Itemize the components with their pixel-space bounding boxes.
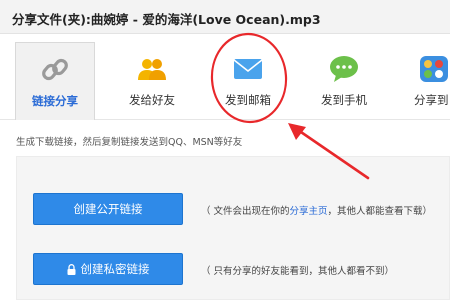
window-titlebar: 分享文件(夹):曲婉婷 - 爱的海洋(Love Ocean).mp3 xyxy=(0,0,450,34)
window-title: 分享文件(夹):曲婉婷 - 爱的海洋(Love Ocean).mp3 xyxy=(12,12,321,27)
button-label: 创建私密链接 xyxy=(80,262,150,276)
tab-send-to-email[interactable]: 发到邮箱 xyxy=(208,42,288,120)
share-homepage-link[interactable]: 分享主页 xyxy=(290,206,328,217)
public-link-description: （ 文件会出现在你的分享主页，其他人都能查看下载） xyxy=(201,203,432,217)
tab-link-share[interactable]: 链接分享 xyxy=(15,42,95,120)
button-label: 创建公开链接 xyxy=(73,202,143,216)
desc-suffix: ，其他人都能查看下载） xyxy=(327,206,433,217)
tab-send-to-phone[interactable]: 发到手机 xyxy=(304,42,384,120)
link-options-panel: 创建公开链接 （ 文件会出现在你的分享主页，其他人都能查看下载） 创建私密链接 … xyxy=(16,156,450,300)
chat-bubble-icon xyxy=(330,56,358,82)
tab-label: 发给好友 xyxy=(129,93,175,107)
mail-icon xyxy=(233,59,263,79)
share-method-tabs: 链接分享 发给好友 发到邮箱 发到手机 分享到 xyxy=(0,34,450,120)
create-public-link-button[interactable]: 创建公开链接 xyxy=(33,193,183,225)
private-link-description: （ 只有分享的好友能看到，其他人都看不到） xyxy=(201,266,395,277)
apps-icon xyxy=(420,56,448,82)
annotation-arrow-head xyxy=(288,123,306,140)
tab-send-to-friends[interactable]: 发给好友 xyxy=(112,42,192,120)
tab-label: 链接分享 xyxy=(32,94,78,108)
tab-label: 发到手机 xyxy=(321,93,367,107)
create-private-link-button[interactable]: 创建私密链接 xyxy=(33,253,183,285)
hint-text: 生成下载链接，然后复制链接发送到QQ、MSN等好友 xyxy=(16,137,243,148)
friends-icon xyxy=(138,59,166,80)
desc-prefix: （ 文件会出现在你的 xyxy=(201,206,290,217)
tab-label: 分享到 xyxy=(414,93,449,107)
link-icon xyxy=(42,58,68,81)
tab-share-to[interactable]: 分享到 xyxy=(400,42,450,120)
tab-label: 发到邮箱 xyxy=(225,93,271,107)
lock-icon xyxy=(67,263,75,275)
